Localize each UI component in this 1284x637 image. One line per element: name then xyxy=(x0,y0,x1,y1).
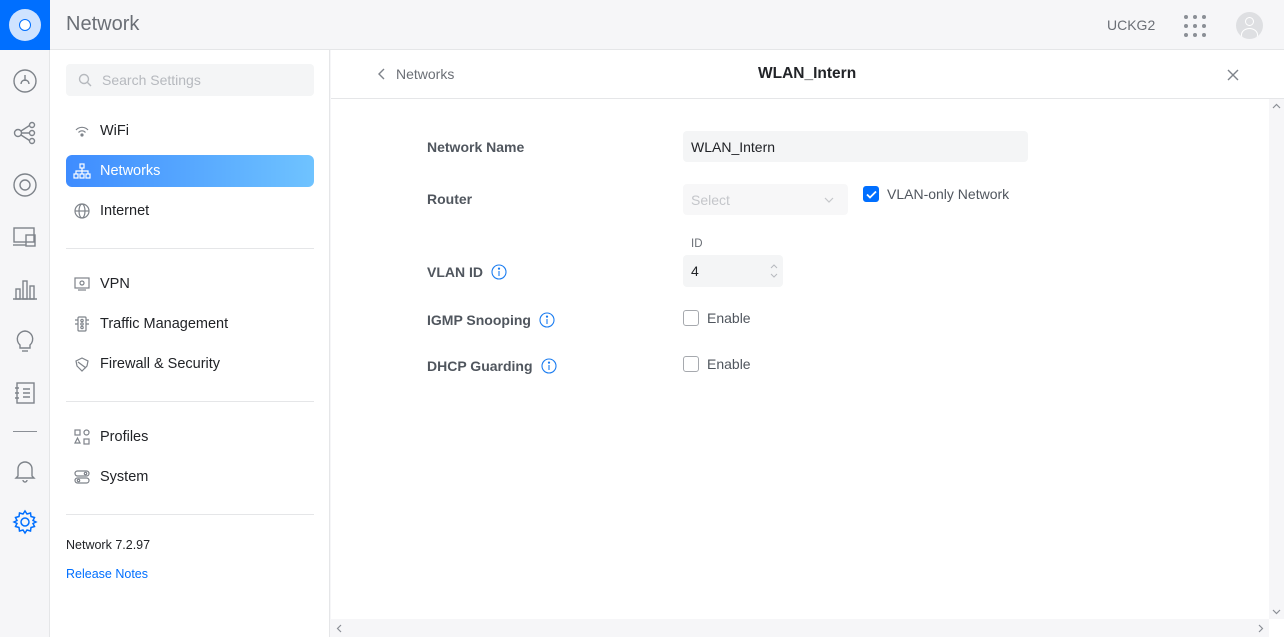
network-name-input[interactable]: WLAN_Intern xyxy=(683,131,1028,162)
dashboard-icon[interactable] xyxy=(12,68,38,94)
scroll-up-icon[interactable] xyxy=(1272,103,1281,109)
search-input[interactable] xyxy=(102,72,302,88)
search-box[interactable] xyxy=(66,64,314,96)
router-label: Router xyxy=(427,191,473,207)
igmp-snooping-label: IGMP Snooping xyxy=(427,312,531,328)
vlan-only-checkbox[interactable] xyxy=(863,186,879,202)
bell-icon[interactable] xyxy=(12,458,38,484)
panel-title: WLAN_Intern xyxy=(758,65,857,82)
sidebar-item-label: WiFi xyxy=(100,123,129,139)
igmp-enable-row: Enable xyxy=(683,310,751,326)
apps-grid-icon[interactable] xyxy=(1184,15,1206,37)
info-icon[interactable] xyxy=(540,358,557,374)
networks-icon xyxy=(73,163,91,179)
version-label: Network 7.2.97 xyxy=(66,538,151,552)
check-icon xyxy=(865,190,877,199)
shield-icon xyxy=(75,357,89,372)
sidebar-divider xyxy=(66,248,314,249)
router-select-placeholder: Select xyxy=(691,191,730,208)
profiles-icon xyxy=(74,429,90,445)
horizontal-scrollbar[interactable] xyxy=(331,619,1269,637)
router-select[interactable]: Select xyxy=(683,184,848,215)
sidebar-item-label: Profiles xyxy=(100,429,149,445)
sidebar-item-label: VPN xyxy=(100,276,130,292)
dhcp-enable-checkbox[interactable] xyxy=(683,356,699,372)
sidebar-item-label: System xyxy=(100,469,149,485)
app-icon-rail xyxy=(0,50,50,637)
sidebar-divider xyxy=(66,401,314,402)
vlan-id-label-row: VLAN ID xyxy=(427,264,507,280)
sidebar-item-label: Traffic Management xyxy=(100,316,229,332)
dhcp-enable-row: Enable xyxy=(683,356,751,372)
sidebar-item-profiles[interactable]: Profiles xyxy=(66,421,314,453)
sidebar-item-label: Firewall & Security xyxy=(100,356,221,372)
igmp-enable-label: Enable xyxy=(707,310,751,326)
scroll-down-icon[interactable] xyxy=(1272,609,1281,615)
chevron-left-icon xyxy=(378,68,385,80)
ubiquiti-logo-icon[interactable] xyxy=(0,0,50,50)
sidebar-item-traffic-management[interactable]: Traffic Management xyxy=(66,308,314,340)
panel-header: Networks WLAN_Intern xyxy=(331,50,1284,99)
search-icon xyxy=(78,73,92,87)
vertical-scrollbar[interactable] xyxy=(1269,99,1284,619)
topology-icon[interactable] xyxy=(12,120,38,146)
top-bar: Network UCKG2 xyxy=(0,0,1284,50)
network-name-label: Network Name xyxy=(427,139,525,155)
traffic-icon xyxy=(75,316,89,332)
app-title: Network xyxy=(66,13,140,35)
network-detail-panel: Networks WLAN_Intern Network Name WLAN_I… xyxy=(331,50,1284,637)
sidebar-item-networks[interactable]: Networks xyxy=(66,155,314,187)
dhcp-guarding-label: DHCP Guarding xyxy=(427,358,533,374)
back-button[interactable]: Networks xyxy=(376,66,454,82)
sidebar-item-vpn[interactable]: VPN xyxy=(66,268,314,300)
gear-icon[interactable] xyxy=(12,509,38,535)
settings-sidebar: WiFi Networks Internet VPN Traffic Manag… xyxy=(50,50,330,637)
scroll-right-icon[interactable] xyxy=(1258,624,1264,633)
release-notes-link[interactable]: Release Notes xyxy=(66,567,148,581)
system-icon xyxy=(74,470,90,484)
igmp-label-row: IGMP Snooping xyxy=(427,312,555,328)
spinner-arrows-icon[interactable] xyxy=(770,262,778,280)
sidebar-divider xyxy=(66,514,314,515)
sidebar-item-label: Internet xyxy=(100,203,150,219)
logs-icon[interactable] xyxy=(12,380,38,406)
statistics-icon[interactable] xyxy=(12,276,38,302)
info-icon[interactable] xyxy=(491,264,507,280)
vpn-icon xyxy=(74,277,90,291)
sidebar-item-wifi[interactable]: WiFi xyxy=(66,115,314,147)
network-name-value: WLAN_Intern xyxy=(691,138,776,155)
sidebar-item-system[interactable]: System xyxy=(66,461,314,493)
back-label: Networks xyxy=(396,66,455,82)
close-icon[interactable] xyxy=(1225,67,1241,83)
avatar[interactable] xyxy=(1236,12,1263,39)
sidebar-item-internet[interactable]: Internet xyxy=(66,195,314,227)
clients-icon[interactable] xyxy=(12,224,38,250)
sidebar-item-label: Networks xyxy=(100,163,161,179)
igmp-enable-checkbox[interactable] xyxy=(683,310,699,326)
vlan-id-label: VLAN ID xyxy=(427,264,483,280)
vlan-only-row: VLAN-only Network xyxy=(863,186,1009,202)
rail-divider xyxy=(13,431,37,432)
info-icon[interactable] xyxy=(539,312,555,328)
insights-icon[interactable] xyxy=(12,328,38,354)
dhcp-label-row: DHCP Guarding xyxy=(427,358,557,374)
chevron-down-icon xyxy=(824,197,834,203)
vlan-id-sublabel: ID xyxy=(691,238,703,250)
wifi-icon xyxy=(75,126,89,137)
vlan-only-label: VLAN-only Network xyxy=(887,186,1010,202)
dhcp-enable-label: Enable xyxy=(707,356,751,372)
sidebar-item-firewall-security[interactable]: Firewall & Security xyxy=(66,348,314,380)
console-name[interactable]: UCKG2 xyxy=(1107,17,1155,33)
vlan-id-value: 4 xyxy=(691,263,699,279)
vlan-id-input[interactable]: 4 xyxy=(683,255,783,287)
devices-icon[interactable] xyxy=(12,172,38,198)
globe-icon xyxy=(74,203,90,219)
scroll-left-icon[interactable] xyxy=(336,624,342,633)
